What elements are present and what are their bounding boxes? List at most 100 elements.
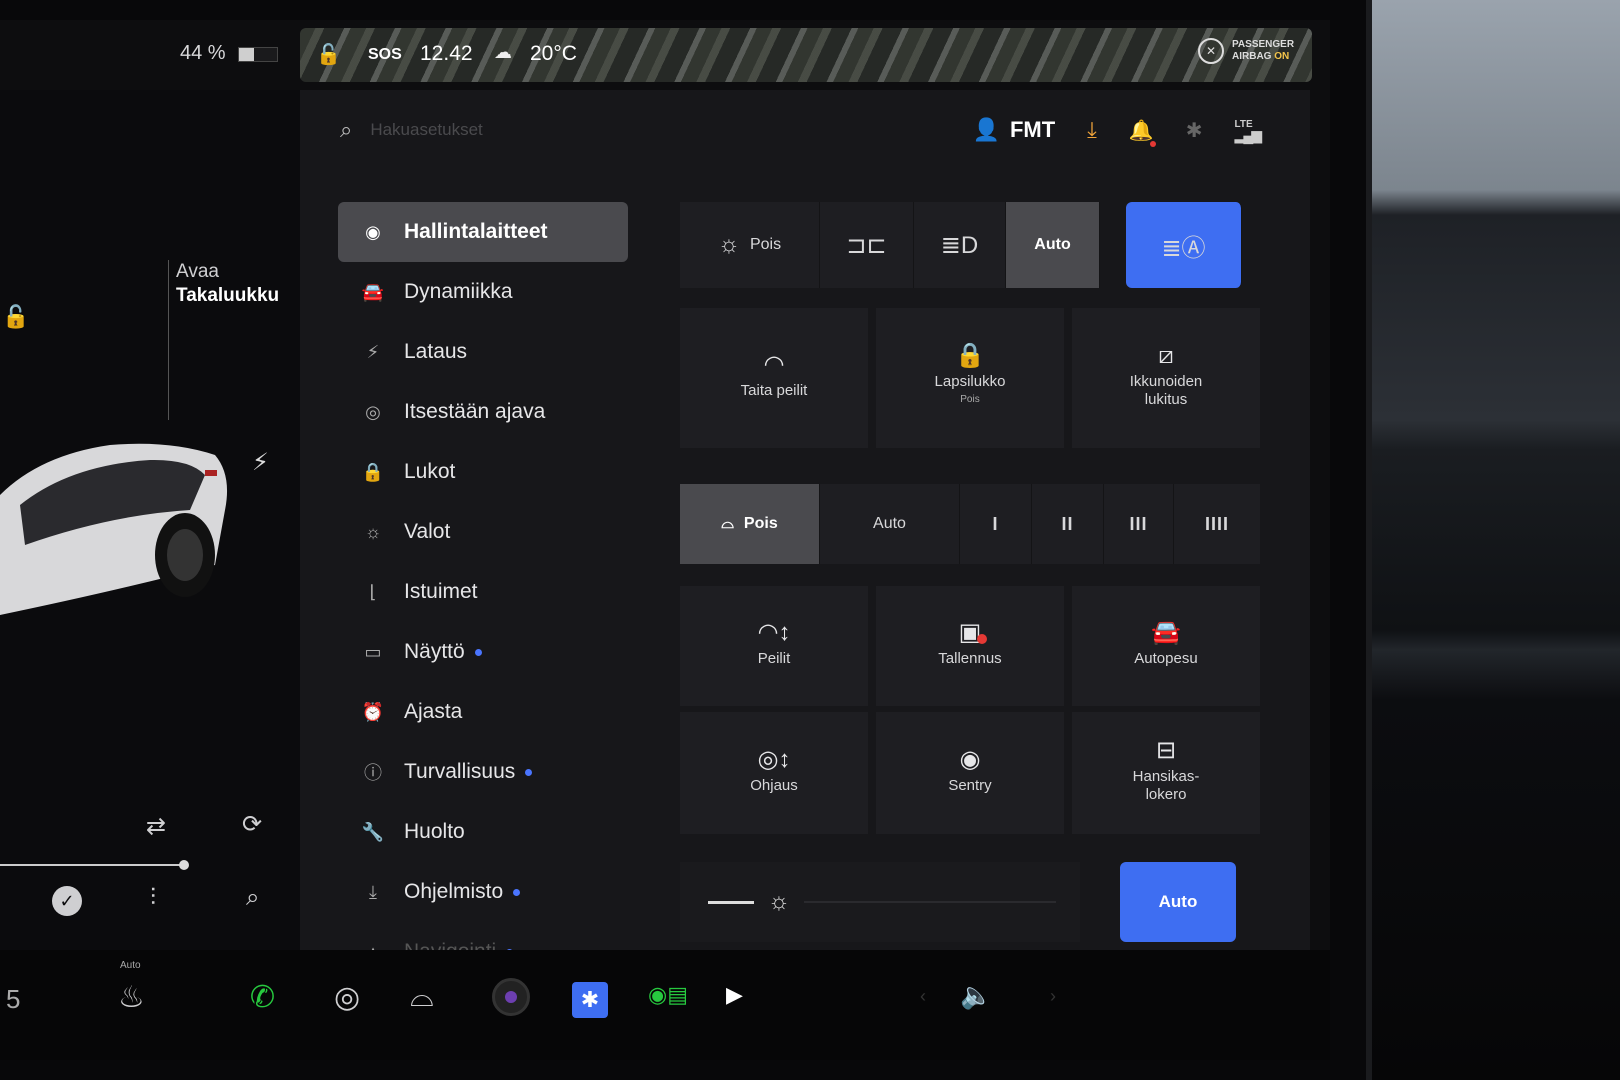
display-brightness-slider[interactable]: ☼ <box>680 862 1080 942</box>
low-beam-button[interactable]: ≣D <box>914 202 1006 288</box>
sentry-icon: ◉ <box>959 746 981 773</box>
outside-temperature: 20°C <box>530 42 577 65</box>
recording-dot <box>977 634 988 644</box>
sidebar-item-lataus[interactable]: ⚡ Lataus <box>338 322 628 382</box>
volume-up-arrow-icon[interactable]: › <box>1050 986 1056 1007</box>
shuffle-icon[interactable]: ⇄ <box>146 812 166 841</box>
wiper-speed-4-button[interactable]: IIII <box>1174 484 1260 564</box>
dashcam-recording-button[interactable]: ▣ Tallennus <box>876 586 1064 706</box>
battery-percentage: 44 % <box>180 42 226 64</box>
settings-sidebar: ◉ Hallintalaitteet 🚘 Dynamiikka ⚡ Lataus… <box>338 202 628 982</box>
battery-icon <box>238 47 278 62</box>
settings-search-input[interactable] <box>370 120 731 140</box>
car-icon: 🚘 <box>361 281 385 302</box>
toggle-icon: ◉ <box>365 221 381 242</box>
search-icon: ⌕ <box>340 117 353 142</box>
auto-high-beam-button[interactable]: ≣Ⓐ <box>1126 202 1242 288</box>
brightness-level-bar <box>708 900 754 904</box>
top-right-toolbar: 👤 FMT ⤓ 🔔 ✱ LTE ▂▄▆ <box>973 110 1262 150</box>
sidebar-item-hallintalaitteet[interactable]: ◉ Hallintalaitteet <box>338 202 628 262</box>
steering-adjust-icon: ◎↕ <box>757 746 791 773</box>
bluetooth-app-icon[interactable]: ✱ <box>572 982 608 1018</box>
sidebar-item-ajasta[interactable]: ⏰ Ajasta <box>338 682 628 742</box>
quick-controls-row-1: ◠ Taita peilit 🔒 Lapsilukko Pois ⧄ Ikkun… <box>680 308 1260 448</box>
lte-signal-icon: LTE ▂▄▆ <box>1234 119 1262 143</box>
mirrors-adjust-button[interactable]: ◠↕ Peilit <box>680 586 868 706</box>
trunk-callout-line <box>168 260 169 420</box>
sun-icon: ☼ <box>717 231 740 258</box>
seat-heater-icon[interactable]: ♨ <box>118 980 145 1015</box>
sidebar-item-dynamiikka[interactable]: 🚘 Dynamiikka <box>338 262 628 322</box>
driver-profile-button[interactable]: 👤 FMT <box>973 117 1056 143</box>
download-icon: ⤓ <box>369 881 377 902</box>
unlocked-icon[interactable]: 🔓 <box>316 42 341 67</box>
wiper-controls: ⌓ Pois Auto I II III IIII <box>680 484 1260 564</box>
media-search-icon[interactable]: ⌕ <box>246 884 259 912</box>
door-lock-icon[interactable]: 🔓 <box>2 304 29 330</box>
low-beam-icon: ≣D <box>940 231 979 259</box>
check-icon[interactable]: ✓ <box>52 886 82 916</box>
wiper-speed-1-button[interactable]: I <box>960 484 1032 564</box>
open-trunk-button[interactable]: Avaa Takaluukku <box>176 260 279 308</box>
child-lock-button[interactable]: 🔒 Lapsilukko Pois <box>876 308 1064 448</box>
settings-panel: ⌕ 👤 FMT ⤓ 🔔 ✱ LTE ▂▄▆ ◉ Hallintalaitteet… <box>300 90 1310 963</box>
wiper-speed-3-button[interactable]: III <box>1104 484 1174 564</box>
quick-controls-row-2: ◠↕ Peilit ▣ Tallennus 🚘 Autopesu <box>680 586 1260 706</box>
brightness-track[interactable] <box>804 901 1056 903</box>
theater-app-icon[interactable]: ▶ <box>726 982 743 1008</box>
sidebar-item-huolto[interactable]: 🔧 Huolto <box>338 802 628 862</box>
sos-button[interactable]: SOS <box>368 46 402 64</box>
bell-icon[interactable]: 🔔 <box>1129 118 1156 147</box>
wrench-icon: 🔧 <box>361 821 385 842</box>
repeat-icon[interactable]: ⟳ <box>242 810 262 839</box>
wiper-icon: ⌓ <box>721 515 734 532</box>
glovebox-icon: ⊟ <box>1155 737 1177 764</box>
charging-bolt-icon: ⚡ <box>252 449 269 476</box>
cabin-temperature[interactable]: 5 <box>6 984 20 1015</box>
seat-icon: ⌊ <box>369 581 377 602</box>
airbag-icon: ✕ <box>1198 38 1224 64</box>
sentry-mode-button[interactable]: ◉ Sentry <box>876 712 1064 834</box>
parking-lights-button[interactable]: ⊐⊏ <box>820 202 914 288</box>
settings-search: ⌕ <box>340 110 800 150</box>
notification-dot <box>1149 140 1156 147</box>
lights-off-button[interactable]: ☼ Pois <box>680 202 820 288</box>
cloud-icon: ☁ <box>494 42 512 62</box>
download-update-icon[interactable]: ⤓ <box>1087 117 1097 143</box>
steering-adjust-button[interactable]: ◎↕ Ohjaus <box>680 712 868 834</box>
steering-wheel-icon: ◎ <box>365 401 381 422</box>
glovebox-button[interactable]: ⊟ Hansikas-lokero <box>1072 712 1260 834</box>
steering-heat-icon[interactable]: ◎ <box>334 980 360 1015</box>
taskbar: 5 Auto ♨ ✆ ◎ ⌓ ✱ ◉▤ ▶ ‹ 🔈 › <box>0 950 1330 1060</box>
brightness-sun-icon: ☼ <box>768 888 790 915</box>
lights-auto-button[interactable]: Auto <box>1006 202 1100 288</box>
sidebar-item-valot[interactable]: ☼ Valot <box>338 502 628 562</box>
wipers-auto-button[interactable]: Auto <box>820 484 960 564</box>
brightness-auto-button[interactable]: Auto <box>1120 862 1236 942</box>
wiper-speed-2-button[interactable]: II <box>1032 484 1104 564</box>
bluetooth-icon[interactable]: ✱ <box>1186 118 1203 143</box>
sidebar-item-ohjelmisto[interactable]: ⤓ Ohjelmisto <box>338 862 628 922</box>
phone-icon[interactable]: ✆ <box>250 980 275 1015</box>
wiper-shortcut-icon[interactable]: ⌓ <box>410 980 434 1014</box>
alarm-clock-icon: ⏰ <box>361 701 385 722</box>
spotify-app-icon[interactable]: ◉▤ <box>648 982 688 1008</box>
media-progress-bar[interactable] <box>0 860 189 870</box>
status-bar: 44 % 🔓 SOS 12.42 ☁ 20°C ✕ PASSENGER AIRB… <box>0 20 1330 90</box>
sidebar-item-istuimet[interactable]: ⌊ Istuimet <box>338 562 628 622</box>
equalizer-icon[interactable]: ⫶ <box>150 884 156 912</box>
camera-app-icon[interactable] <box>492 978 530 1016</box>
volume-down-arrow-icon[interactable]: ‹ <box>920 986 926 1007</box>
sidebar-item-itsestaan-ajava[interactable]: ◎ Itsestään ajava <box>338 382 628 442</box>
wipers-off-button[interactable]: ⌓ Pois <box>680 484 820 564</box>
volume-icon[interactable]: 🔈 <box>960 980 992 1011</box>
sidebar-item-lukot[interactable]: 🔒 Lukot <box>338 442 628 502</box>
update-dot <box>474 648 482 656</box>
fold-mirrors-button[interactable]: ◠ Taita peilit <box>680 308 868 448</box>
lock-icon: 🔒 <box>361 461 385 482</box>
car-wash-button[interactable]: 🚘 Autopesu <box>1072 586 1260 706</box>
sidebar-item-turvallisuus[interactable]: ⓘ Turvallisuus <box>338 742 628 802</box>
sidebar-item-naytto[interactable]: ▭ Näyttö <box>338 622 628 682</box>
window-lock-button[interactable]: ⧄ Ikkunoiden lukitus <box>1072 308 1260 448</box>
mirror-adjust-icon: ◠↕ <box>757 619 791 646</box>
